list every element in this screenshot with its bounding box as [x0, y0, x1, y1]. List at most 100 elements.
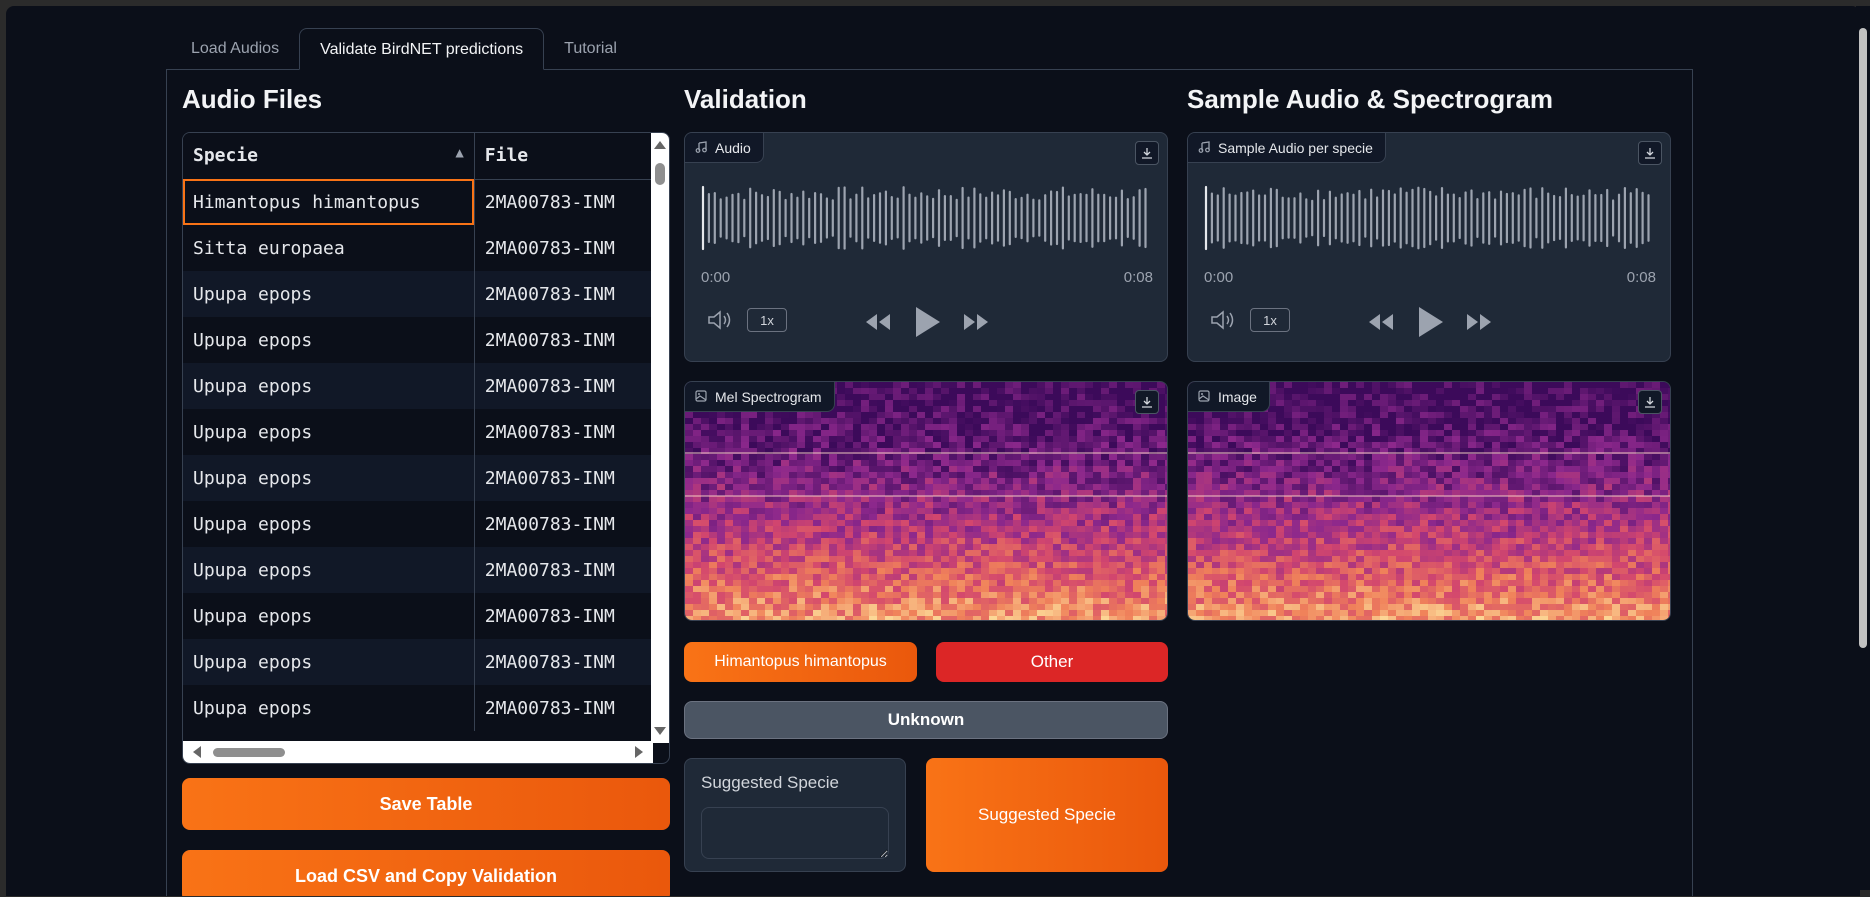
table-row[interactable]: Himantopus himantopus 2MA00783-INM	[183, 179, 653, 225]
volume-icon[interactable]	[707, 309, 733, 336]
table-viewport: Specie ▲ File Himantopus himantopus 2MA007…	[183, 133, 653, 743]
table-cell-file[interactable]: 2MA00783-INM	[474, 317, 653, 363]
tab-validate-birdnet[interactable]: Validate BirdNET predictions	[299, 28, 545, 70]
column-header-specie[interactable]: Specie ▲	[183, 133, 475, 180]
download-icon[interactable]	[1135, 141, 1159, 165]
rewind-icon[interactable]	[1366, 311, 1396, 338]
volume-icon[interactable]	[1210, 309, 1236, 336]
time-end: 0:08	[1123, 269, 1153, 286]
play-icon[interactable]	[913, 305, 943, 344]
scroll-left-icon[interactable]	[193, 746, 201, 758]
music-note-icon	[695, 140, 707, 156]
table-row[interactable]: Upupa epops 2MA00783-INM	[183, 409, 653, 455]
playback-speed-button[interactable]: 1x	[1250, 308, 1290, 332]
time-end: 0:08	[1626, 269, 1656, 286]
fast-forward-icon[interactable]	[961, 311, 991, 338]
download-icon[interactable]	[1638, 141, 1662, 165]
table-cell-file[interactable]: 2MA00783-INM	[474, 593, 653, 639]
image-icon	[695, 389, 707, 405]
app-window: Load Audios Validate BirdNET predictions…	[6, 6, 1860, 896]
sample-audio-label: Sample Audio per specie	[1188, 133, 1386, 163]
download-icon[interactable]	[1135, 390, 1159, 414]
unknown-button[interactable]: Unknown	[684, 701, 1168, 739]
scroll-thumb[interactable]	[213, 748, 285, 757]
column-header-label: Specie	[193, 145, 259, 167]
table-row[interactable]: Upupa epops 2MA00783-INM	[183, 455, 653, 501]
table-cell-specie[interactable]: Upupa epops	[183, 409, 475, 455]
table-row[interactable]: Upupa epops 2MA00783-INM	[183, 501, 653, 547]
audio-files-title: Audio Files	[182, 84, 323, 114]
table-row[interactable]: Upupa epops 2MA00783-INM	[183, 271, 653, 317]
scroll-up-icon[interactable]	[654, 141, 666, 149]
audio-label-text: Audio	[715, 139, 751, 156]
table-cell-file[interactable]: 2MA00783-INM	[474, 363, 653, 409]
table-row[interactable]: Sitta europaea 2MA00783-INM	[183, 225, 653, 271]
table-row[interactable]: Upupa epops 2MA00783-INM	[183, 363, 653, 409]
table-cell-file[interactable]: 2MA00783-INM	[474, 639, 653, 685]
audio-label: Audio	[685, 133, 764, 163]
table-cell-file[interactable]: 2MA00783-INM	[474, 685, 653, 731]
scroll-thumb[interactable]	[655, 163, 665, 185]
sample-image-label-text: Image	[1218, 388, 1257, 405]
page-scroll-thumb[interactable]	[1859, 28, 1867, 648]
playback-speed-button[interactable]: 1x	[747, 308, 787, 332]
table-horizontal-scrollbar[interactable]	[183, 741, 653, 763]
table-cell-specie[interactable]: Upupa epops	[183, 363, 475, 409]
table-row[interactable]: Upupa epops 2MA00783-INM	[183, 547, 653, 593]
column-header-label: File	[484, 145, 529, 167]
validation-title: Validation	[684, 84, 807, 114]
time-start: 0:00	[701, 269, 731, 286]
table-cell-specie[interactable]: Upupa epops	[183, 501, 475, 547]
mel-spectrogram-image	[685, 382, 1167, 620]
sample-spectrogram-image	[1188, 382, 1670, 620]
scroll-right-icon[interactable]	[635, 746, 643, 758]
music-note-icon	[1198, 140, 1210, 156]
table-cell-file[interactable]: 2MA00783-INM	[474, 409, 653, 455]
sort-ascending-icon[interactable]: ▲	[455, 145, 463, 161]
table-cell-file[interactable]: 2MA00783-INM	[474, 179, 653, 225]
table-row[interactable]: Upupa epops 2MA00783-INM	[183, 593, 653, 639]
suggested-specie-button[interactable]: Suggested Specie	[926, 758, 1168, 872]
table-cell-specie[interactable]: Upupa epops	[183, 685, 475, 731]
table-cell-specie[interactable]: Upupa epops	[183, 639, 475, 685]
play-icon[interactable]	[1416, 305, 1446, 344]
table-row[interactable]: Upupa epops 2MA00783-INM	[183, 685, 653, 731]
table-vertical-scrollbar[interactable]	[651, 133, 669, 743]
table-cell-file[interactable]: 2MA00783-INM	[474, 547, 653, 593]
audio-waveform[interactable]	[701, 183, 1153, 253]
table-cell-file[interactable]: 2MA00783-INM	[474, 225, 653, 271]
image-icon	[1198, 389, 1210, 405]
load-csv-button[interactable]: Load CSV and Copy Validation	[182, 850, 670, 896]
sample-audio-waveform[interactable]	[1204, 183, 1656, 253]
table-cell-specie[interactable]: Upupa epops	[183, 547, 475, 593]
page-scrollbar[interactable]	[1856, 6, 1870, 890]
other-button[interactable]: Other	[936, 642, 1168, 682]
table-cell-specie[interactable]: Upupa epops	[183, 593, 475, 639]
save-table-button[interactable]: Save Table	[182, 778, 670, 830]
table-cell-file[interactable]: 2MA00783-INM	[474, 501, 653, 547]
table-cell-specie[interactable]: Upupa epops	[183, 455, 475, 501]
tab-load-audios[interactable]: Load Audios	[171, 28, 299, 70]
table-cell-file[interactable]: 2MA00783-INM	[474, 455, 653, 501]
table-cell-specie[interactable]: Upupa epops	[183, 317, 475, 363]
table-row[interactable]: Upupa epops 2MA00783-INM	[183, 639, 653, 685]
himantopus-button[interactable]: Himantopus himantopus	[684, 642, 917, 682]
rewind-icon[interactable]	[863, 311, 893, 338]
table-cell-specie[interactable]: Upupa epops	[183, 271, 475, 317]
column-header-file[interactable]: File	[474, 133, 653, 180]
scroll-down-icon[interactable]	[654, 727, 666, 735]
table-cell-file[interactable]: 2MA00783-INM	[474, 271, 653, 317]
suggested-specie-label: Suggested Specie	[701, 773, 839, 792]
audio-files-table: Specie ▲ File Himantopus himantopus 2MA007…	[182, 132, 670, 764]
tab-bar: Load Audios Validate BirdNET predictions…	[171, 28, 637, 70]
tab-tutorial[interactable]: Tutorial	[544, 28, 637, 70]
sample-audio-label-text: Sample Audio per specie	[1218, 139, 1373, 156]
mel-spectrogram-block: Mel Spectrogram	[684, 381, 1168, 621]
table-cell-specie[interactable]: Himantopus himantopus	[183, 179, 475, 225]
audio-player: Audio 0:00 0:08 1x	[684, 132, 1168, 362]
table-cell-specie[interactable]: Sitta europaea	[183, 225, 475, 271]
table-row[interactable]: Upupa epops 2MA00783-INM	[183, 317, 653, 363]
suggested-specie-input[interactable]	[701, 807, 889, 859]
fast-forward-icon[interactable]	[1464, 311, 1494, 338]
download-icon[interactable]	[1638, 390, 1662, 414]
